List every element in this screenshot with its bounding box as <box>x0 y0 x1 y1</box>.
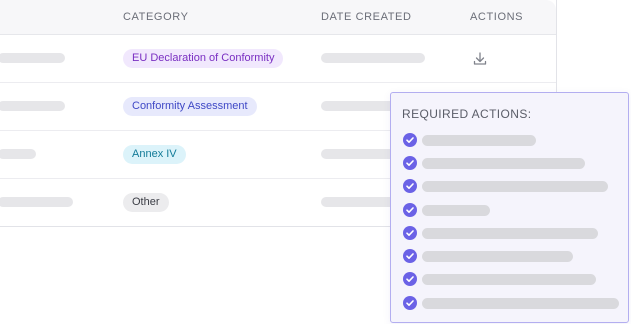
action-placeholder <box>422 181 608 192</box>
check-circle-icon <box>403 296 417 310</box>
name-placeholder <box>0 53 65 63</box>
table-header: CATEGORY DATE CREATED ACTIONS <box>0 0 556 35</box>
category-badge: Conformity Assessment <box>123 97 257 116</box>
check-circle-icon <box>403 156 417 170</box>
required-actions-panel: REQUIRED ACTIONS: <box>390 92 629 323</box>
action-placeholder <box>422 205 490 216</box>
name-placeholder <box>0 101 65 111</box>
table-row[interactable]: EU Declaration of Conformity <box>0 35 556 83</box>
check-circle-icon <box>403 203 417 217</box>
panel-title: REQUIRED ACTIONS: <box>402 107 532 121</box>
check-circle-icon <box>403 179 417 193</box>
check-circle-icon <box>403 272 417 286</box>
action-placeholder <box>422 228 598 239</box>
download-icon[interactable] <box>472 51 488 67</box>
category-badge: EU Declaration of Conformity <box>123 49 284 68</box>
action-placeholder <box>422 251 573 262</box>
required-action-item <box>403 272 623 286</box>
required-action-item <box>403 133 623 147</box>
required-action-item <box>403 249 623 263</box>
date-placeholder <box>321 53 425 63</box>
action-placeholder <box>422 298 619 309</box>
action-placeholder <box>422 274 596 285</box>
name-placeholder <box>0 149 36 159</box>
category-badge: Other <box>123 193 169 212</box>
name-placeholder <box>0 197 73 207</box>
required-action-item <box>403 179 623 193</box>
action-placeholder <box>422 135 536 146</box>
column-header-category[interactable]: CATEGORY <box>123 11 189 23</box>
column-header-date-created[interactable]: DATE CREATED <box>321 11 412 23</box>
column-header-actions: ACTIONS <box>470 11 524 23</box>
required-action-item <box>403 296 623 310</box>
check-circle-icon <box>403 226 417 240</box>
required-action-item <box>403 156 623 170</box>
check-circle-icon <box>403 133 417 147</box>
check-circle-icon <box>403 249 417 263</box>
required-action-item <box>403 203 623 217</box>
action-placeholder <box>422 158 585 169</box>
category-badge: Annex IV <box>123 145 186 164</box>
required-action-item <box>403 226 623 240</box>
